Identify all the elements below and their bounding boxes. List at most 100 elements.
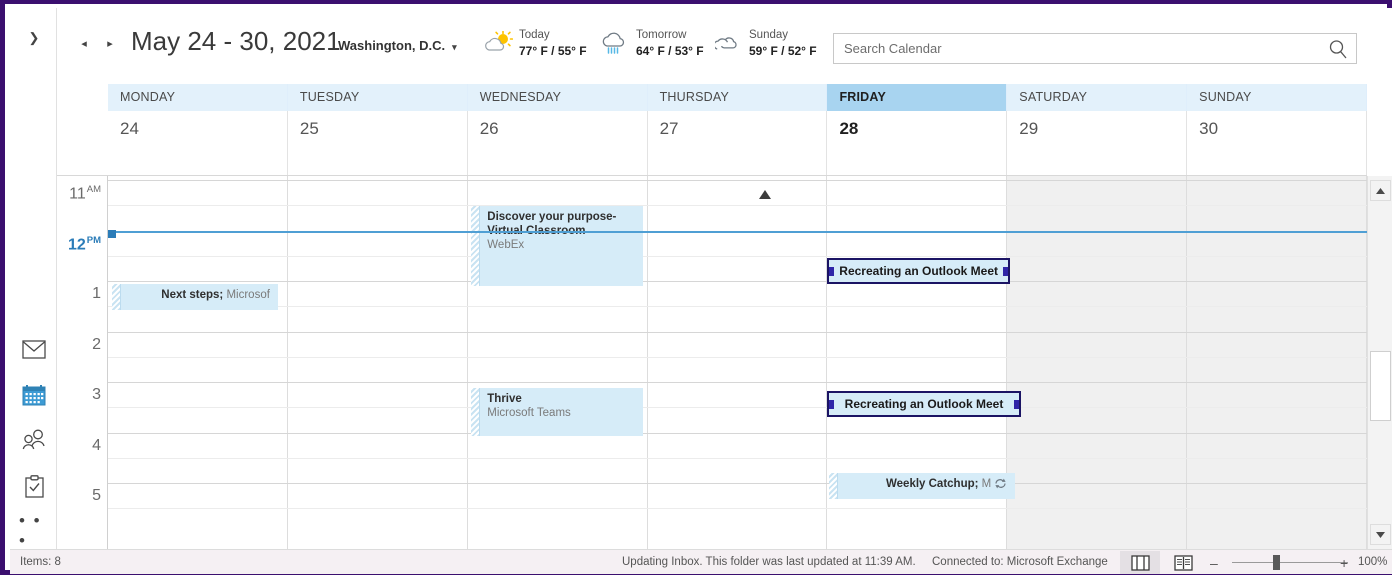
all-day-gutter-spacer [57, 111, 108, 176]
day-column-friday[interactable]: Recreating an Outlook Meet Recreating an … [827, 176, 1021, 549]
appointment-resize-handle-right[interactable] [1002, 267, 1008, 276]
search-calendar-box[interactable] [833, 33, 1357, 64]
day-column-saturday[interactable] [1007, 176, 1188, 549]
weather-location-selector[interactable]: Washington, D.C. ▾ [338, 38, 457, 53]
appointment-recreating-outlook-meet-2[interactable]: Recreating an Outlook Meet [827, 391, 1021, 417]
appointment-status-stripe [111, 284, 121, 310]
time-hour: 5 [92, 487, 101, 504]
weather-sunday-day: Sunday [749, 29, 789, 41]
day-header-tuesday[interactable]: TUESDAY [288, 84, 468, 111]
day-number-25: 25 [299, 119, 319, 138]
day-column-tuesday[interactable] [287, 176, 468, 549]
zoom-out-button[interactable]: – [1210, 555, 1218, 571]
day-header-monday[interactable]: MONDAY [108, 84, 288, 111]
all-day-cell-tuesday[interactable]: 25 [288, 111, 468, 175]
day-number-30: 30 [1199, 119, 1219, 138]
sun-behind-cloud-icon [485, 30, 514, 55]
day-header-wednesday[interactable]: WEDNESDAY [468, 84, 648, 111]
day-column-sunday[interactable] [1187, 176, 1368, 549]
appointment-status-stripe [829, 473, 839, 499]
normal-view-button[interactable] [1120, 551, 1160, 574]
appointment-discover-purpose[interactable]: Discover your purpose- Virtual Classroom W… [471, 206, 644, 286]
time-hour: 12 [67, 235, 86, 253]
calendar-grid: 11AM 12PM 1 2 3 4 5 Next steps; Microsof Discov… [57, 176, 1392, 549]
time-label-3: 3 [92, 386, 101, 404]
search-input[interactable] [844, 34, 1314, 63]
day-number-24: 24 [120, 119, 139, 138]
time-hour: 2 [92, 335, 101, 353]
appointment-recreating-outlook-meet-1[interactable]: Recreating an Outlook Meet [827, 258, 1010, 284]
appointment-thrive[interactable]: Thrive Microsoft Teams [471, 388, 644, 436]
search-icon[interactable] [1327, 38, 1349, 60]
zoom-level-label: 100% [1358, 556, 1388, 568]
reading-view-button[interactable] [1163, 551, 1203, 574]
appointment-subtitle: M [978, 478, 992, 490]
appointment-title-line2: Virtual Classroom [487, 225, 586, 237]
appointment-text: Thrive Microsoft Teams [487, 392, 637, 420]
all-day-cell-saturday[interactable]: 29 [1007, 111, 1188, 175]
appointment-status-stripe [471, 206, 481, 286]
appointment-subtitle: WebEx [487, 239, 525, 251]
all-day-cell-sunday[interactable]: 30 [1187, 111, 1368, 175]
appointment-resize-handle-left[interactable] [829, 267, 835, 276]
appointment-text: Recreating an Outlook Meet [839, 264, 998, 279]
all-day-event-row: 24 25 26 27 28 29 30 [108, 111, 1368, 176]
time-label-1: 1 [92, 285, 101, 303]
weather-tomorrow-temp: 64° F / 53° F [636, 44, 704, 58]
appointment-title: Thrive [487, 393, 522, 405]
day-header-friday[interactable]: FRIDAY [827, 84, 1008, 111]
appointment-text: Recreating an Outlook Meet [845, 397, 1004, 412]
appointment-body: Recreating an Outlook Meet [829, 260, 1008, 282]
people-icon[interactable] [19, 425, 49, 455]
tasks-icon[interactable] [19, 471, 49, 501]
zoom-in-button[interactable]: + [1340, 555, 1348, 571]
day-header-sunday[interactable]: SUNDAY [1187, 84, 1368, 111]
time-hour: 11 [69, 185, 86, 203]
day-column-monday[interactable]: Next steps; Microsof [108, 176, 288, 549]
day-header-thursday[interactable]: THURSDAY [648, 84, 828, 111]
appointment-next-steps[interactable]: Next steps; Microsof [111, 284, 278, 310]
day-column-thursday[interactable] [647, 176, 828, 549]
appointment-body: Discover your purpose- Virtual Classroom W… [480, 206, 644, 286]
appointment-text: Next steps; Microsof [128, 288, 270, 302]
time-label-4: 4 [92, 437, 101, 455]
date-range-title: May 24 - 30, 2021 [131, 26, 341, 56]
all-day-cell-wednesday[interactable]: 26 [468, 111, 648, 175]
appointment-title: Discover your purpose- [487, 211, 617, 223]
appointment-body: Thrive Microsoft Teams [480, 388, 644, 436]
status-item-count: Items: 8 [20, 556, 61, 568]
all-day-cell-friday[interactable]: 28 [827, 111, 1008, 175]
weather-tomorrow-day: Tomorrow [636, 29, 687, 41]
appointment-weekly-catchup[interactable]: Weekly Catchup; M [829, 473, 1016, 499]
more-options-icon[interactable]: • • • [19, 511, 49, 550]
previous-week-button[interactable]: ◂ [74, 34, 94, 54]
scrollbar-thumb[interactable] [1370, 351, 1391, 421]
day-columns: Next steps; Microsof Discover your purpos… [108, 176, 1368, 549]
window-frame: ❯ • • • ◂ ▸ May 24 - 30, 2021 Washington… [0, 0, 1392, 575]
mail-icon[interactable] [19, 334, 49, 364]
status-connection: Connected to: Microsoft Exchange [932, 556, 1108, 568]
zoom-slider-track[interactable] [1232, 562, 1348, 563]
appointment-resize-handle-right[interactable] [1013, 400, 1019, 409]
appointment-text: Discover your purpose- Virtual Classroom W… [487, 210, 637, 252]
scroll-down-arrow-icon[interactable] [1370, 524, 1391, 545]
next-week-button[interactable]: ▸ [100, 34, 120, 54]
weather-location-label: Washington, D.C. [338, 38, 446, 53]
all-day-cell-monday[interactable]: 24 [108, 111, 288, 175]
all-day-cell-thursday[interactable]: 27 [648, 111, 828, 175]
appointment-body: Next steps; Microsof [120, 284, 278, 310]
calendar-icon[interactable] [19, 380, 49, 410]
time-meridiem: PM [86, 234, 101, 246]
zoom-slider-thumb[interactable] [1273, 555, 1280, 570]
more-events-above-icon[interactable] [757, 188, 773, 200]
weather-today-temp: 77° F / 55° F [519, 44, 587, 58]
day-number-27: 27 [659, 119, 679, 138]
scroll-up-arrow-icon[interactable] [1370, 180, 1391, 201]
expand-navigation-icon[interactable]: ❯ [24, 28, 44, 48]
day-column-wednesday[interactable]: Discover your purpose- Virtual Classroom W… [467, 176, 648, 549]
day-number-26: 26 [479, 119, 499, 138]
appointment-resize-handle-left[interactable] [829, 400, 835, 409]
rain-cloud-icon [602, 31, 630, 55]
calendar-vertical-scrollbar[interactable] [1367, 176, 1392, 549]
day-header-saturday[interactable]: SATURDAY [1007, 84, 1188, 111]
